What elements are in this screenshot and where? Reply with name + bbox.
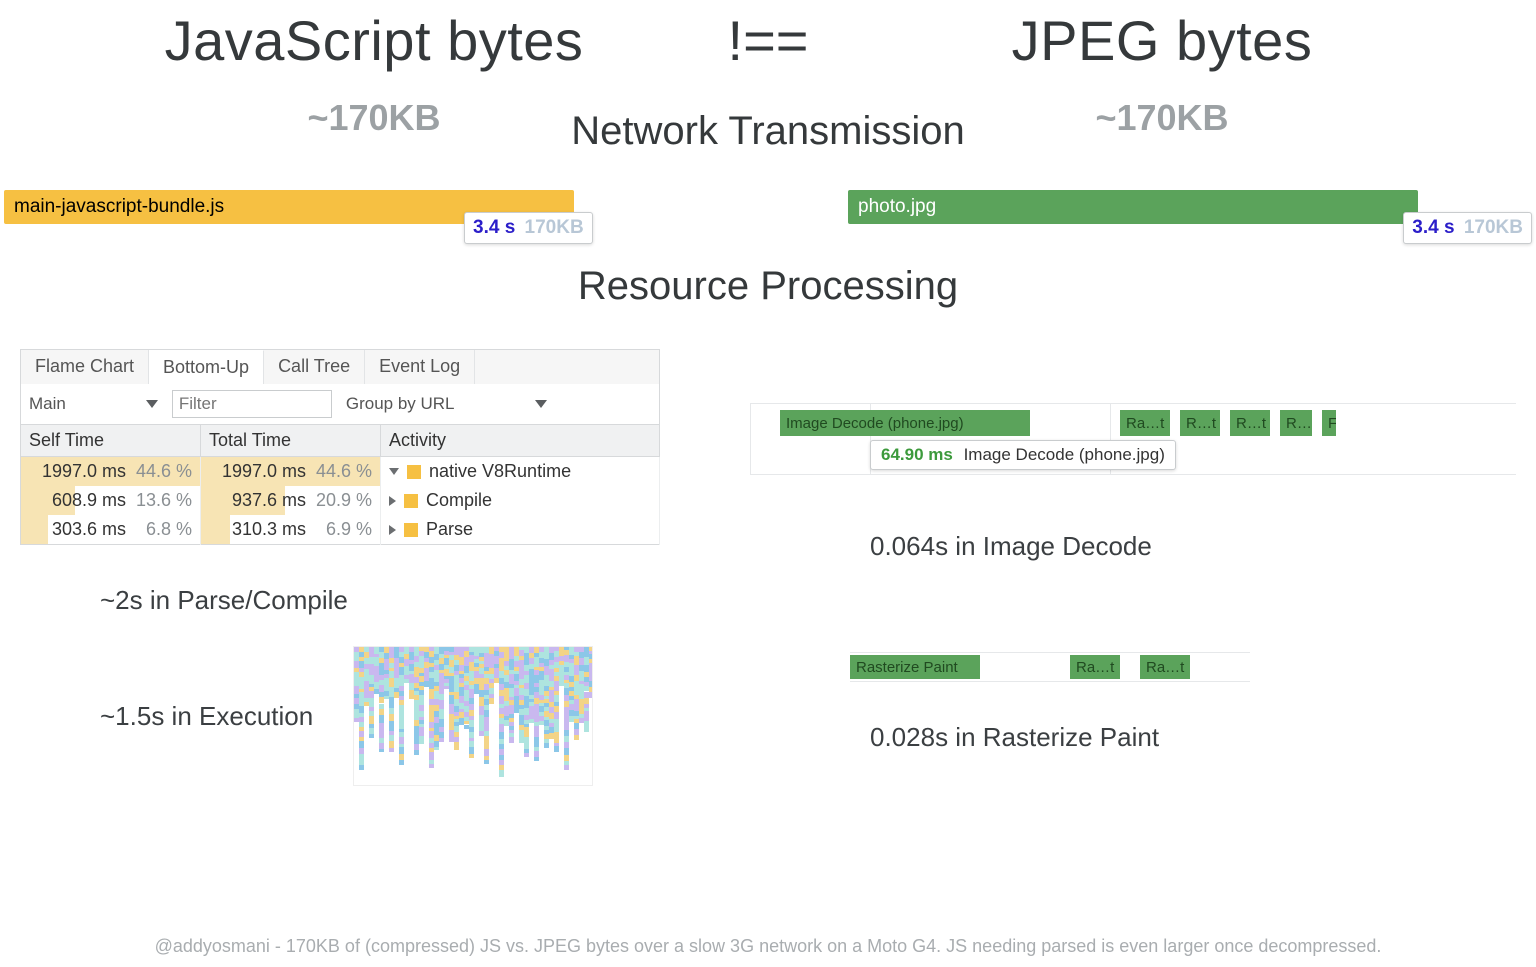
jpeg-net-bar: photo.jpg [848, 190, 1418, 224]
devtools-panel: Flame Chart Bottom-Up Call Tree Event Lo… [20, 349, 660, 616]
js-col: JavaScript bytes [60, 8, 688, 73]
summary-js-parse: ~2s in Parse/Compile [100, 585, 660, 616]
raster-block[interactable]: Ra…t [1070, 655, 1120, 679]
jpeg-net-time: 3.4 s [1412, 217, 1454, 238]
jpeg-net-col: photo.jpg 3.4 s 170KB [848, 190, 1532, 224]
tab-bottomup[interactable]: Bottom-Up [149, 350, 264, 384]
raster-timeline: Rasterize Paint Ra…t Ra…t [850, 652, 1250, 682]
decode-block[interactable]: F [1322, 410, 1336, 436]
rp-row: Flame Chart Bottom-Up Call Tree Event Lo… [0, 349, 1536, 616]
tab-eventlog[interactable]: Event Log [365, 350, 475, 384]
groupby-dropdown[interactable]: Group by URL [346, 394, 547, 414]
js-title: JavaScript bytes [60, 8, 688, 73]
jpeg-title: JPEG bytes [848, 8, 1476, 73]
time-cell: 608.9 ms13.6 % [21, 486, 201, 515]
scripting-swatch-icon [404, 523, 418, 537]
activity-cell: Compile [381, 486, 660, 515]
summary-img-raster: 0.028s in Rasterize Paint [870, 722, 1516, 753]
decode-block[interactable]: Image Decode (phone.jpg) [780, 410, 1030, 436]
table-row[interactable]: 608.9 ms13.6 %937.6 ms20.9 % Compile [21, 486, 660, 515]
time-cell: 303.6 ms6.8 % [21, 515, 201, 545]
raster-left: ~1.5s in Execution [20, 646, 660, 786]
jpeg-net-badge: 3.4 s 170KB [1403, 212, 1532, 244]
raster-right: Rasterize Paint Ra…t Ra…t 0.028s in Raster… [750, 646, 1516, 786]
jpeg-net-kb: 170KB [1464, 217, 1523, 238]
chevron-right-icon[interactable] [389, 525, 396, 535]
time-cell: 310.3 ms6.9 % [201, 515, 381, 545]
decode-block[interactable]: Ra…t [1120, 410, 1170, 436]
tab-calltree[interactable]: Call Tree [264, 350, 365, 384]
footer-credit: @addyosmani - 170KB of (compressed) JS v… [0, 936, 1536, 957]
js-net-kb: 170KB [525, 217, 584, 238]
flame-chart-thumb [353, 646, 593, 786]
table-header-row: Self Time Total Time Activity [21, 425, 660, 457]
time-cell: 1997.0 ms44.6 % [201, 457, 381, 487]
col-self[interactable]: Self Time [21, 425, 201, 457]
scripting-swatch-icon [407, 465, 421, 479]
rp-section-title: Resource Processing [0, 264, 1536, 309]
decode-block[interactable]: R… [1280, 410, 1312, 436]
chevron-down-icon [146, 400, 158, 408]
table-row[interactable]: 1997.0 ms44.6 %1997.0 ms44.6 % native V8R… [21, 457, 660, 487]
js-net-badge: 3.4 s 170KB [464, 212, 593, 244]
decode-block[interactable]: R…t [1180, 410, 1220, 436]
headline-row: JavaScript bytes !== JPEG bytes [0, 8, 1536, 73]
time-cell: 937.6 ms20.9 % [201, 486, 381, 515]
raster-block[interactable]: Ra…t [1140, 655, 1190, 679]
scripting-swatch-icon [404, 494, 418, 508]
tab-flame[interactable]: Flame Chart [21, 350, 149, 384]
activity-cell: native V8Runtime [381, 457, 660, 487]
activity-label: native V8Runtime [429, 461, 571, 482]
raster-block[interactable]: Rasterize Paint [850, 655, 980, 679]
thread-dd-label: Main [29, 394, 66, 414]
raster-row: ~1.5s in Execution Rasterize PaintRa…tRa… [0, 646, 1536, 786]
chevron-down-icon [535, 400, 547, 408]
decode-tooltip-time: 64.90 ms [881, 445, 953, 464]
activity-label: Compile [426, 490, 492, 511]
chevron-right-icon[interactable] [389, 496, 396, 506]
jpeg-col: JPEG bytes [848, 8, 1476, 73]
devtools-tabs: Flame Chart Bottom-Up Call Tree Event Lo… [20, 349, 660, 384]
table-row[interactable]: 303.6 ms6.8 %310.3 ms6.9 % Parse [21, 515, 660, 545]
groupby-dd-label: Group by URL [346, 394, 455, 414]
js-net-time: 3.4 s [473, 217, 515, 238]
thread-dropdown[interactable]: Main [29, 394, 158, 414]
activity-label: Parse [426, 519, 473, 540]
activity-cell: Parse [381, 515, 660, 545]
js-net-col: main-javascript-bundle.js 3.4 s 170KB [4, 190, 688, 224]
decode-timeline: 64.90 ms Image Decode (phone.jpg) Image … [750, 403, 1516, 475]
decode-tooltip: 64.90 ms Image Decode (phone.jpg) [870, 440, 1176, 470]
col-total[interactable]: Total Time [201, 425, 381, 457]
time-cell: 1997.0 ms44.6 % [21, 457, 201, 487]
decode-block[interactable]: R…t [1230, 410, 1270, 436]
decode-tooltip-name: Image Decode (phone.jpg) [964, 445, 1165, 464]
devtools-filters: Main Group by URL [20, 384, 660, 425]
col-activity[interactable]: Activity [381, 425, 660, 457]
summary-img-decode: 0.064s in Image Decode [870, 531, 1516, 562]
filter-input[interactable] [172, 390, 332, 418]
decode-panel: 64.90 ms Image Decode (phone.jpg) Image … [750, 349, 1516, 616]
summary-js-exec: ~1.5s in Execution [100, 701, 313, 732]
not-equal: !== [688, 8, 848, 73]
chevron-down-icon[interactable] [389, 468, 399, 475]
network-row: main-javascript-bundle.js 3.4 s 170KB ph… [0, 190, 1536, 224]
bottomup-table: Self Time Total Time Activity 1997.0 ms4… [20, 425, 660, 545]
